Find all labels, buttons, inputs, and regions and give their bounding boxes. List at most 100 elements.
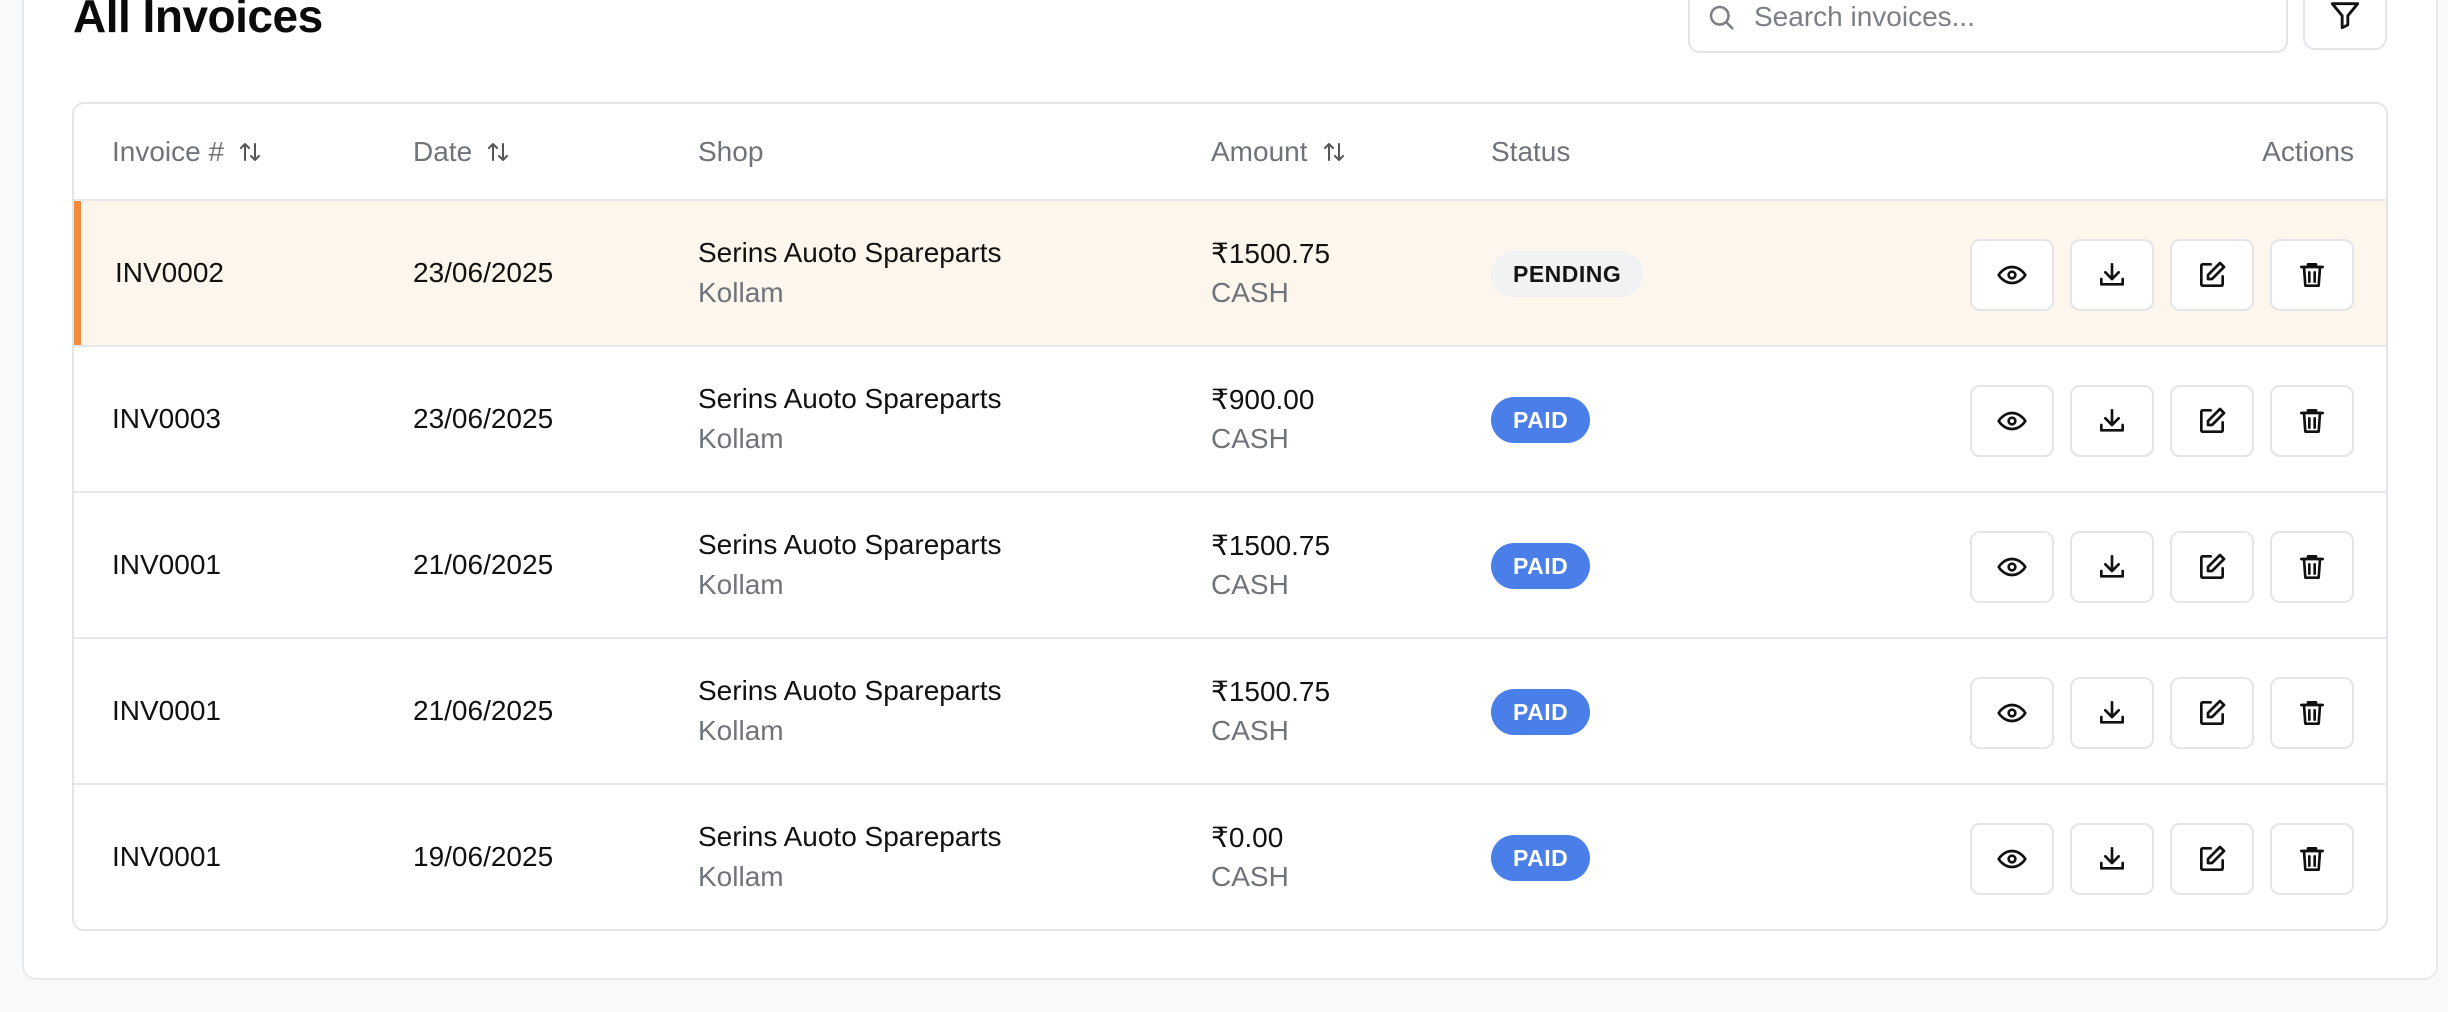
invoice-number: INV0001 [112,841,221,872]
delete-button[interactable] [2270,531,2354,603]
view-button[interactable] [1970,385,2054,457]
column-header-invoice[interactable]: Invoice # [112,104,262,199]
edit-icon [2200,553,2226,579]
filter-icon [2330,2,2360,30]
row-highlight-accent [74,201,81,345]
status-badge: PAID [1491,835,1591,881]
download-icon [2100,701,2124,724]
column-header-amount[interactable]: Amount [1211,104,1346,199]
sort-icon[interactable] [486,140,510,164]
payment-method: CASH [1211,861,1289,892]
payment-method: CASH [1211,277,1289,308]
eye-icon [1997,411,2027,431]
download-icon [2100,263,2124,286]
download-icon [2100,409,2124,432]
shop-name: Serins Auoto Spareparts [698,821,1002,852]
trash-icon [2300,847,2324,871]
download-button[interactable] [2070,823,2154,895]
amount-value: ₹1500.75 [1211,530,1331,561]
filter-button[interactable] [2303,0,2387,50]
invoices-table: Invoice # Date Shop Amount Status Action… [72,102,2388,931]
edit-icon [2200,699,2226,725]
search-icon [1709,5,1734,30]
invoice-number: INV0001 [112,695,221,726]
shop-name: Serins Auoto Spareparts [698,675,1002,706]
payment-method: CASH [1211,423,1289,454]
eye-icon [1997,265,2027,285]
invoice-date: 21/06/2025 [413,549,554,580]
column-header-label: Shop [698,135,764,167]
edit-button[interactable] [2170,385,2254,457]
payment-method: CASH [1211,715,1289,746]
amount-value: ₹0.00 [1211,822,1284,853]
trash-icon [2300,701,2324,725]
shop-name: Serins Auoto Spareparts [698,237,1002,268]
shop-name: Serins Auoto Spareparts [698,383,1002,414]
status-badge: PAID [1491,689,1591,735]
invoice-number: INV0001 [112,549,221,580]
eye-icon [1997,557,2027,577]
view-button[interactable] [1970,239,2054,311]
shop-location: Kollam [698,277,784,308]
delete-button[interactable] [2270,677,2354,749]
download-button[interactable] [2070,239,2154,311]
delete-button[interactable] [2270,823,2354,895]
status-badge: PAID [1491,397,1591,443]
sort-icon[interactable] [238,140,262,164]
amount-value: ₹1500.75 [1211,676,1331,707]
column-header-label: Date [413,135,473,167]
shop-location: Kollam [698,861,784,892]
table-row[interactable]: INV0002 23/06/2025 Serins Auoto Sparepar… [74,201,2386,347]
download-button[interactable] [2070,677,2154,749]
edit-button[interactable] [2170,531,2254,603]
search-input[interactable] [1754,0,2274,34]
shop-name: Serins Auoto Spareparts [698,529,1002,560]
download-button[interactable] [2070,531,2154,603]
payment-method: CASH [1211,569,1289,600]
search-box[interactable] [1688,0,2288,53]
download-icon [2100,847,2124,870]
shop-location: Kollam [698,569,784,600]
column-header-label: Amount [1211,135,1308,167]
trash-icon [2300,409,2324,433]
amount-value: ₹1500.75 [1211,238,1331,269]
column-header-shop: Shop [698,104,763,199]
trash-icon [2300,263,2324,287]
trash-icon [2300,555,2324,579]
status-badge: PENDING [1491,251,1644,297]
status-badge: PAID [1491,543,1591,589]
view-button[interactable] [1970,531,2054,603]
delete-button[interactable] [2270,239,2354,311]
invoice-date: 19/06/2025 [413,841,554,872]
eye-icon [1997,849,2027,869]
invoice-number: INV0003 [112,403,221,434]
column-header-status: Status [1491,104,1570,199]
table-row[interactable]: INV0003 23/06/2025 Serins Auoto Sparepar… [74,347,2386,493]
column-header-label: Invoice # [112,135,225,167]
table-row[interactable]: INV0001 21/06/2025 Serins Auoto Sparepar… [74,639,2386,785]
view-button[interactable] [1970,823,2054,895]
column-header-date[interactable]: Date [413,104,510,199]
edit-button[interactable] [2170,239,2254,311]
invoice-number: INV0002 [115,257,224,288]
shop-location: Kollam [698,423,784,454]
edit-button[interactable] [2170,677,2254,749]
table-row[interactable]: INV0001 21/06/2025 Serins Auoto Sparepar… [74,493,2386,639]
download-button[interactable] [2070,385,2154,457]
edit-icon [2200,407,2226,433]
table-header: Invoice # Date Shop Amount Status Action… [74,104,2386,201]
column-header-label: Actions [2262,135,2354,167]
view-button[interactable] [1970,677,2054,749]
invoice-date: 23/06/2025 [413,257,554,288]
table-row[interactable]: INV0001 19/06/2025 Serins Auoto Sparepar… [74,785,2386,929]
eye-icon [1997,703,2027,723]
column-header-actions: Actions [2262,104,2354,199]
sort-icon[interactable] [1322,140,1346,164]
column-header-label: Status [1491,135,1571,167]
edit-icon [2200,261,2226,287]
page-title: All Invoices [73,0,323,42]
invoice-date: 23/06/2025 [413,403,554,434]
delete-button[interactable] [2270,385,2354,457]
invoice-date: 21/06/2025 [413,695,554,726]
edit-button[interactable] [2170,823,2254,895]
